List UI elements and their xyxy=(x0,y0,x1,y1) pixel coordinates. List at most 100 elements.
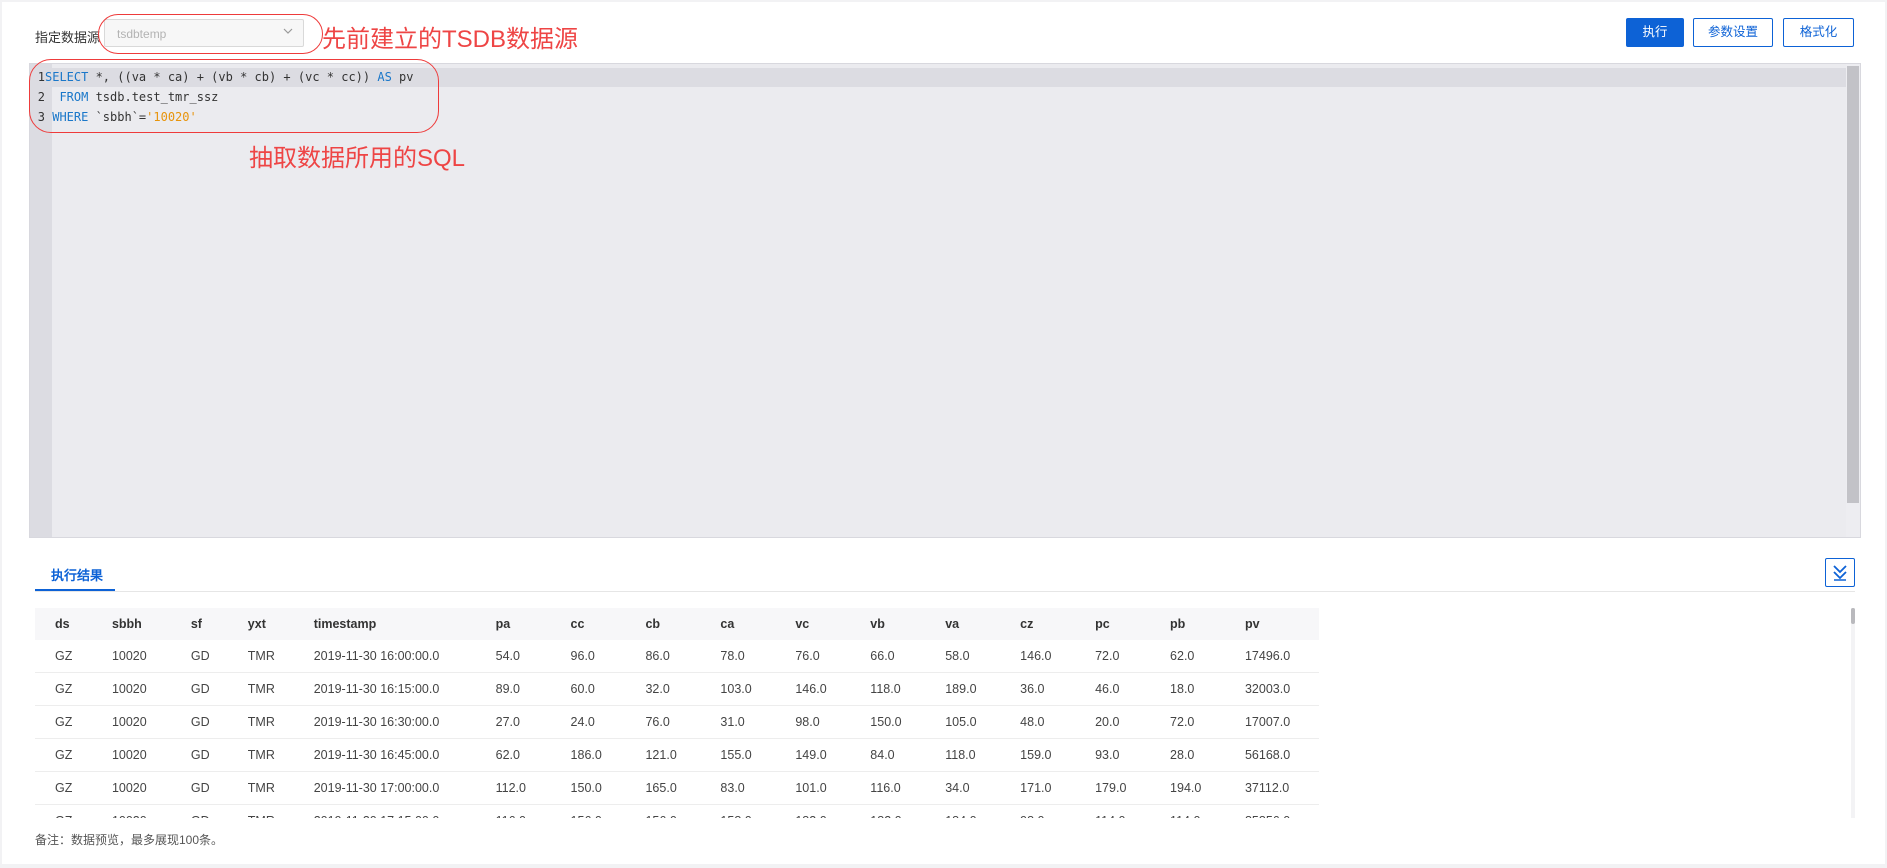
table-cell: 76.0 xyxy=(775,640,851,673)
table-cell: 76.0 xyxy=(625,705,701,739)
table-cell: 2019-11-30 17:15:00.0 xyxy=(293,804,476,818)
table-cell: 72.0 xyxy=(1075,640,1151,673)
table-cell: 34.0 xyxy=(925,771,1001,805)
table-cell: 150.0 xyxy=(550,771,626,805)
table-cell: 62.0 xyxy=(1150,640,1225,673)
table-cell: 98.0 xyxy=(775,705,851,739)
table-cell: 98.0 xyxy=(1000,804,1076,818)
collapse-results-button[interactable] xyxy=(1825,558,1855,587)
table-cell: 156.0 xyxy=(550,804,626,818)
table-cell: 86.0 xyxy=(625,640,701,673)
table-cell: 24.0 xyxy=(550,705,626,739)
table-cell: 10020 xyxy=(91,771,171,805)
table-cell: 20.0 xyxy=(1075,705,1151,739)
column-header-pa: pa xyxy=(495,617,511,631)
table-cell: 10020 xyxy=(91,804,171,818)
table-cell: 89.0 xyxy=(475,672,551,706)
table-header-row: ds sbbh sf yxt timestamp pa cc cb ca vc vb va cz pc pb… xyxy=(35,608,1319,640)
table-cell: 10020 xyxy=(91,705,171,739)
run-button[interactable]: 执行 xyxy=(1626,18,1684,47)
table-cell: 101.0 xyxy=(775,771,851,805)
column-header-vb: vb xyxy=(870,617,885,631)
table-cell: 2019-11-30 16:45:00.0 xyxy=(293,738,476,772)
table-cell: 114.0 xyxy=(1075,804,1151,818)
table-cell: 93.0 xyxy=(1075,738,1151,772)
table-cell: 85856.0 xyxy=(1224,804,1319,818)
table-cell: 158.0 xyxy=(700,804,776,818)
column-header-pb: pb xyxy=(1170,617,1186,631)
table-cell: 37112.0 xyxy=(1224,771,1319,805)
table-cell: 84.0 xyxy=(850,738,926,772)
column-header-pv: pv xyxy=(1244,617,1260,631)
column-header-vc: vc xyxy=(795,617,810,631)
table-cell: 18.0 xyxy=(1150,672,1225,706)
table-cell: 116.0 xyxy=(850,771,926,805)
table-cell: TMR xyxy=(227,738,294,772)
sql-query-page: 指定数据源 tsdbtemp 先前建立的TSDB数据源 执行 参数设置 格式化 … xyxy=(2,2,1885,864)
table-cell: 72.0 xyxy=(1150,705,1225,739)
table-cell: 155.0 xyxy=(700,738,776,772)
table-cell: 171.0 xyxy=(1000,771,1076,805)
table-cell: TMR xyxy=(227,672,294,706)
sql-editor[interactable]: 1SELECT *, ((va * ca) + (vb * cb) + (vc … xyxy=(29,63,1861,538)
table-cell: 10020 xyxy=(91,738,171,772)
column-header-sf: sf xyxy=(190,617,202,631)
column-header-cb: cb xyxy=(645,617,661,631)
table-cell: 105.0 xyxy=(925,705,1001,739)
table-cell: 31.0 xyxy=(700,705,776,739)
table-row: GZ 10020 GD TMR 2019-11-30 16:00:00.0 54.0 96.… xyxy=(35,640,1319,673)
params-settings-button[interactable]: 参数设置 xyxy=(1693,18,1773,47)
table-cell: 103.0 xyxy=(700,672,776,706)
table-cell: 159.0 xyxy=(1000,738,1076,772)
table-row: GZ10020GDTMR2019-11-30 17:15:00.0116.015… xyxy=(35,804,1319,818)
table-cell: 165.0 xyxy=(625,771,701,805)
table-cell: GD xyxy=(170,804,228,818)
editor-scrollbar-thumb[interactable] xyxy=(1847,66,1859,503)
table-cell: 54.0 xyxy=(475,640,551,673)
table-cell: 116.0 xyxy=(475,804,551,818)
table-cell: 194.0 xyxy=(1150,771,1225,805)
column-header-pc: pc xyxy=(1095,617,1110,631)
table-cell: GZ xyxy=(35,705,92,739)
table-cell: 189.0 xyxy=(925,672,1001,706)
table-cell: 2019-11-30 17:00:00.0 xyxy=(293,771,476,805)
table-cell: TMR xyxy=(227,771,294,805)
results-table-container[interactable]: ds sbbh sf yxt timestamp pa cc cb ca vc vb va cz pc pb… xyxy=(35,608,1319,818)
datasource-annotation-text: 先前建立的TSDB数据源 xyxy=(322,26,579,53)
table-cell: GD xyxy=(170,672,228,706)
results-scrollbar[interactable] xyxy=(1851,608,1855,818)
results-scrollbar-thumb[interactable] xyxy=(1851,608,1855,624)
column-header-cz: cz xyxy=(1020,617,1034,631)
column-header-timestamp: timestamp xyxy=(313,617,377,631)
table-cell: 17007.0 xyxy=(1224,705,1319,739)
table-cell: 10020 xyxy=(91,640,171,673)
table-cell: 27.0 xyxy=(475,705,551,739)
editor-scrollbar[interactable] xyxy=(1846,64,1860,537)
table-cell: 182.0 xyxy=(775,804,851,818)
sql-annotation-text: 抽取数据所用的SQL xyxy=(249,145,466,172)
table-cell: 17496.0 xyxy=(1224,640,1319,673)
table-cell: GD xyxy=(170,771,228,805)
datasource-annotation-oval xyxy=(98,14,323,54)
table-cell: GZ xyxy=(35,672,92,706)
table-cell: 48.0 xyxy=(1000,705,1076,739)
column-header-ds: ds xyxy=(55,617,70,631)
table-cell: GD xyxy=(170,640,228,673)
table-cell: TMR xyxy=(227,640,294,673)
datasource-label: 指定数据源 xyxy=(35,30,101,45)
table-cell: TMR xyxy=(227,804,294,818)
tabs-divider xyxy=(35,591,1855,592)
table-cell: 2019-11-30 16:30:00.0 xyxy=(293,705,476,739)
table-cell: GD xyxy=(170,738,228,772)
table-cell: 10020 xyxy=(91,672,171,706)
table-cell: 182.0 xyxy=(850,804,926,818)
table-cell: TMR xyxy=(227,705,294,739)
column-header-ca: ca xyxy=(720,617,735,631)
table-cell: 114.0 xyxy=(1150,804,1225,818)
table-cell: 146.0 xyxy=(775,672,851,706)
tab-execution-result[interactable]: 执行结果 xyxy=(51,565,103,584)
results-table: ds sbbh sf yxt timestamp pa cc cb ca vc vb va cz pc pb… xyxy=(35,608,1319,818)
format-button[interactable]: 格式化 xyxy=(1783,18,1854,47)
table-cell: 66.0 xyxy=(850,640,926,673)
table-row: GZ 10020 GD TMR 2019-11-30 16:15:00.0 89.0 60.… xyxy=(35,672,1319,706)
